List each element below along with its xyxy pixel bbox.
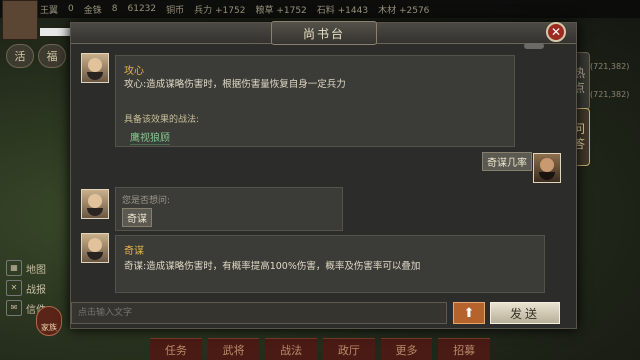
- menu-item-battle-report[interactable]: ✕ 战报: [6, 278, 66, 298]
- close-button[interactable]: ✕: [546, 22, 566, 42]
- suggestion-bubble: 您是否想问: 奇谋: [115, 187, 343, 231]
- scroll-up-button[interactable]: ⬆: [453, 302, 485, 324]
- advisor-portrait: [81, 233, 109, 263]
- answer-title: 攻心: [124, 66, 144, 77]
- resource-top-bar: 王翼 0 金铢 8 61232 铜币 兵力 +1752 粮草 +1752 石料 …: [0, 0, 640, 18]
- suggestion-chip[interactable]: 奇谋: [122, 208, 152, 227]
- scroll-indicator[interactable]: [524, 43, 544, 49]
- answer-text: 攻心:造成谋略伤害时，根据伤害量恢复自身一定兵力: [124, 79, 346, 90]
- top-bar-item: 粮草 +1752: [255, 5, 307, 16]
- answer-title: 奇谋: [124, 246, 144, 257]
- advisor-portrait: [81, 189, 109, 219]
- send-button[interactable]: 发送: [490, 302, 560, 324]
- dialog-title: 尚书台: [271, 21, 377, 45]
- skill-link[interactable]: 鹰视狼顾: [130, 129, 170, 145]
- top-bar-item: 木材 +2576: [378, 5, 430, 16]
- answer-bubble: 奇谋 奇谋:造成谋略伤害时，有概率提高100%伤害，概率及伤害率可以叠加: [115, 235, 545, 293]
- menu-item-label: 战报: [26, 284, 46, 296]
- bottom-tab[interactable]: 任务: [150, 338, 202, 360]
- arrow-up-icon: ⬆: [463, 305, 475, 321]
- bottom-tab-bar: 任务 武将 战法 政厅 更多 招募: [150, 338, 491, 360]
- top-bar-item: 铜币: [166, 5, 185, 16]
- advisor-portrait: [81, 53, 109, 83]
- coordinate-list: (721,382) (721,382): [590, 62, 640, 118]
- user-question-bubble: 奇谋几率: [482, 152, 532, 171]
- top-bar-item: 兵力 +1752: [194, 5, 246, 16]
- close-icon: ✕: [550, 25, 562, 39]
- menu-item-label: 地图: [26, 264, 46, 276]
- answer-bubble: 攻心 攻心:造成谋略伤害时，根据伤害量恢复自身一定兵力 具备该效果的战法: 鹰视…: [115, 55, 515, 147]
- welfare-icon[interactable]: 福: [38, 44, 66, 68]
- bottom-tab[interactable]: 招募: [438, 338, 491, 360]
- activity-icon[interactable]: 活: [6, 44, 34, 68]
- player-name-bar: [40, 28, 70, 36]
- top-bar-item: 8: [111, 4, 118, 14]
- bottom-tab[interactable]: 更多: [380, 338, 433, 360]
- coordinate-entry: (721,382): [590, 62, 630, 71]
- chat-input[interactable]: [71, 302, 447, 324]
- top-bar-item: 0: [68, 4, 74, 14]
- user-portrait: [533, 153, 561, 183]
- bottom-tab[interactable]: 武将: [207, 338, 260, 360]
- top-bar-item: 王翼: [40, 5, 59, 16]
- related-skills-label: 具备该效果的战法:: [124, 115, 200, 125]
- answer-text: 奇谋:造成谋略伤害时，有概率提高100%伤害，概率及伤害率可以叠加: [124, 261, 421, 272]
- top-bar-item: 61232: [127, 4, 157, 14]
- mail-icon: ✉: [6, 300, 22, 316]
- map-icon: ▦: [6, 260, 22, 276]
- player-avatar[interactable]: [2, 0, 38, 40]
- battle-report-icon: ✕: [6, 280, 22, 296]
- bottom-tab[interactable]: 战法: [265, 338, 318, 360]
- bottom-tab[interactable]: 政厅: [323, 338, 375, 360]
- advisor-dialog: 尚书台 ✕ 攻心 攻心:造成谋略伤害时，根据伤害量恢复自身一定兵力 具备该效果的…: [70, 21, 577, 329]
- did-you-mean-label: 您是否想问:: [122, 196, 171, 206]
- home-badge[interactable]: 家族: [36, 306, 62, 336]
- left-quick-icons: 活 福: [6, 44, 66, 68]
- menu-item-map[interactable]: ▦ 地图: [6, 258, 66, 278]
- top-bar-item: 石料 +1443: [316, 5, 369, 16]
- top-bar-item: 金铢: [83, 5, 102, 16]
- coordinate-entry: (721,382): [590, 90, 630, 99]
